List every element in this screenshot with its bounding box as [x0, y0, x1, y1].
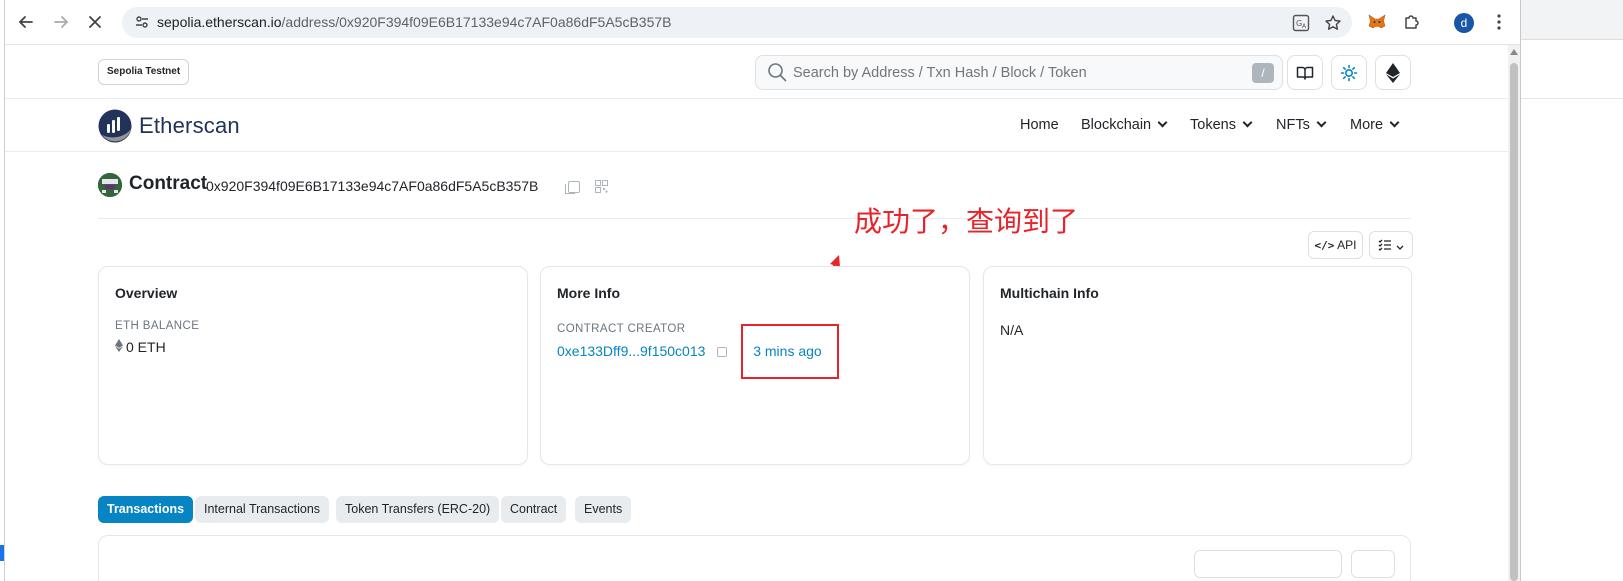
more-info-title: More Info — [557, 285, 620, 301]
list-options-button[interactable] — [1369, 231, 1413, 259]
chevron-down-icon — [1316, 117, 1327, 128]
page-scrollbar[interactable] — [1508, 45, 1520, 581]
nav-tokens[interactable]: Tokens — [1190, 117, 1253, 133]
close-icon — [89, 16, 101, 28]
eth-balance-value: 0 ETH — [115, 339, 166, 355]
network-switch-button[interactable] — [1375, 55, 1411, 90]
nav-home[interactable]: Home — [1020, 117, 1059, 133]
chevron-down-icon — [1389, 117, 1400, 128]
scroll-up-arrow-icon[interactable] — [1510, 49, 1518, 55]
etherscan-logo-icon — [98, 109, 132, 143]
nav-more-label: More — [1350, 117, 1384, 133]
nav-home-label: Home — [1020, 117, 1059, 133]
arrow-right-icon — [54, 16, 69, 28]
transactions-panel — [98, 535, 1411, 581]
copy-icon[interactable] — [717, 347, 728, 357]
tab-token-transfers[interactable]: Token Transfers (ERC-20) — [336, 496, 500, 523]
qr-code-icon[interactable] — [595, 180, 608, 193]
browser-window: sepolia.etherscan.io/address/0x920F394f0… — [5, 0, 1520, 581]
extensions-puzzle-icon[interactable] — [1402, 12, 1422, 38]
search-icon — [768, 63, 787, 82]
more-vertical-icon[interactable] — [1489, 12, 1509, 38]
tab-events[interactable]: Events — [575, 496, 632, 523]
background-window-right — [1520, 0, 1623, 581]
overview-title: Overview — [115, 285, 178, 301]
api-button-label: API — [1337, 238, 1357, 252]
ethereum-icon — [1386, 63, 1400, 83]
site-topbar: Sepolia Testnet / — [5, 45, 1508, 99]
brand-wordmark: Etherscan — [139, 113, 240, 138]
url-host: sepolia.etherscan.io — [157, 14, 282, 30]
browser-toolbar: sepolia.etherscan.io/address/0x920F394f0… — [5, 0, 1520, 45]
nav-blockchain[interactable]: Blockchain — [1081, 117, 1168, 133]
eth-balance-amount: 0 ETH — [126, 339, 166, 355]
tab-internal-transactions[interactable]: Internal Transactions — [195, 496, 330, 523]
sun-icon — [1340, 64, 1358, 82]
reading-mode-button[interactable] — [1287, 55, 1323, 90]
forward-button[interactable] — [50, 11, 72, 33]
copy-icon[interactable] — [565, 181, 580, 194]
nav-tokens-label: Tokens — [1190, 117, 1236, 133]
nav-blockchain-label: Blockchain — [1081, 117, 1152, 133]
multichain-info-title: Multichain Info — [1000, 285, 1099, 301]
page-title: Contract — [129, 173, 208, 194]
theme-toggle-button[interactable] — [1331, 55, 1367, 90]
profile-avatar[interactable]: d — [1454, 13, 1474, 33]
code-icon: </> — [1314, 239, 1335, 252]
site-header: Etherscan Home Blockchain Tokens NFTs Mo… — [5, 100, 1508, 152]
background-accent — [0, 545, 4, 561]
background-window-toolbar — [1521, 0, 1623, 40]
tab-contract[interactable]: Contract — [501, 496, 567, 523]
search-input[interactable] — [793, 56, 1233, 89]
download-data-button[interactable] — [1194, 550, 1342, 578]
annotation-text: 成功了，查询到了 — [854, 205, 1079, 238]
contract-address: 0x920F394f09E6B17133e94c7AF0a86dF5A5cB35… — [206, 178, 539, 194]
url-text: sepolia.etherscan.io/address/0x920F394f0… — [157, 14, 672, 30]
overview-card: Overview ETH BALANCE 0 ETH — [98, 266, 528, 465]
contract-avatar — [98, 173, 122, 197]
svg-text:A: A — [1302, 23, 1307, 30]
back-button[interactable] — [15, 11, 37, 33]
site-info-icon[interactable] — [134, 14, 150, 33]
stop-loading-button[interactable] — [84, 11, 106, 33]
title-divider — [98, 218, 1411, 219]
contract-creator-label: CONTRACT CREATOR — [557, 323, 686, 335]
network-badge[interactable]: Sepolia Testnet — [98, 59, 190, 85]
etherscan-logo[interactable]: Etherscan — [98, 108, 298, 144]
search-shortcut-badge: / — [1252, 63, 1274, 83]
background-window-divider — [1521, 98, 1623, 99]
address-bar[interactable]: sepolia.etherscan.io/address/0x920F394f0… — [122, 7, 1352, 38]
chevron-down-icon — [1242, 117, 1253, 128]
chevron-down-icon — [1157, 117, 1168, 128]
creator-address-link[interactable]: 0xe133Dff9...9f150c013 — [557, 343, 705, 359]
arrow-left-icon — [18, 16, 33, 28]
tab-transactions[interactable]: Transactions — [98, 496, 194, 523]
ethereum-icon — [115, 339, 123, 352]
bookmark-star-icon[interactable] — [1324, 14, 1342, 36]
chevron-down-icon — [1396, 245, 1404, 250]
annotation-highlight-box — [741, 324, 839, 379]
scrollbar-thumb[interactable] — [1510, 63, 1518, 581]
filter-button[interactable] — [1351, 550, 1395, 578]
metamask-fox-icon[interactable] — [1367, 12, 1387, 38]
url-path: /address/0x920F394f09E6B17133e94c7AF0a86… — [281, 14, 672, 30]
translate-icon[interactable]: GA — [1292, 14, 1310, 36]
nav-more[interactable]: More — [1350, 117, 1400, 133]
multichain-info-card: Multichain Info N/A — [983, 266, 1412, 465]
eth-balance-label: ETH BALANCE — [115, 320, 200, 332]
page-content: Sepolia Testnet / — [5, 45, 1508, 581]
book-open-icon — [1296, 66, 1314, 80]
multichain-info-value: N/A — [1000, 322, 1024, 338]
search-box: / — [755, 55, 1283, 90]
list-check-icon — [1378, 239, 1392, 251]
api-button[interactable]: </> API — [1308, 231, 1363, 259]
nav-nfts[interactable]: NFTs — [1276, 117, 1327, 133]
nav-nfts-label: NFTs — [1276, 117, 1310, 133]
